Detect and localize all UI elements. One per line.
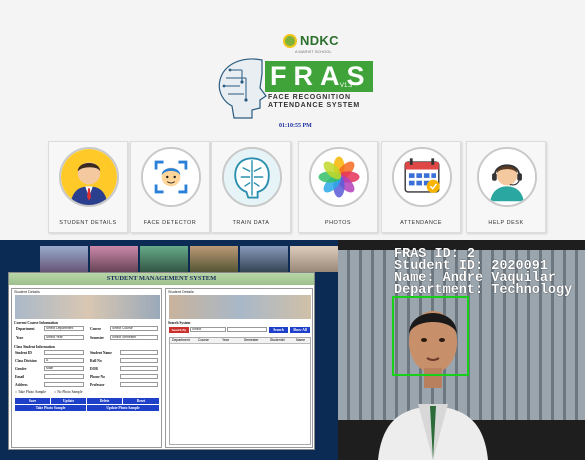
school-name: NDKC <box>300 33 339 48</box>
email-label: Email <box>15 375 25 379</box>
class-info-heading: Class Student Information <box>14 345 55 349</box>
face-detector-button[interactable]: FACE DETECTOR <box>130 141 210 233</box>
app-root: NDKC A MARIST SCHOOL FRAS V1.3 FACE RECO… <box>0 0 585 460</box>
student-name-label: Student Name <box>90 351 112 355</box>
department-label: Department <box>16 327 35 331</box>
attendance-label: ATTENDANCE <box>400 220 442 226</box>
department-text: Department: Technology <box>394 283 573 298</box>
app-subtitle: FACE RECOGNITION ATTENDANCE SYSTEM <box>268 94 360 110</box>
photos-button[interactable]: PHOTOS <box>298 141 378 233</box>
dob-label: DOB <box>90 367 98 371</box>
class-division-label: Class Division <box>15 359 37 363</box>
no-photo-radio[interactable]: ○ No Photo Sample <box>54 390 82 394</box>
department-select[interactable]: Select Department <box>44 326 84 331</box>
camera-feed-window: FRAS ID: 2 Student ID: 2020091 Name: And… <box>338 240 585 460</box>
student-icon <box>59 147 119 207</box>
brain-circuit-icon <box>222 147 282 207</box>
column-year[interactable]: Year <box>222 338 229 342</box>
update-photo-sample-button[interactable]: Update Photo Sample <box>87 405 159 411</box>
banner-photo-strip <box>0 246 338 272</box>
search-by-label: Search By <box>169 327 189 333</box>
column-department[interactable]: Department <box>172 338 190 342</box>
gender-label: Gender <box>15 367 27 371</box>
fras-main-window: NDKC A MARIST SCHOOL FRAS V1.3 FACE RECO… <box>0 0 585 240</box>
student-table[interactable]: Department Course Year Semester StudentI… <box>169 337 311 445</box>
face-scan-icon <box>141 147 201 207</box>
search-pane: Student Details Search System Search By … <box>165 288 313 448</box>
app-subtitle-line2: ATTENDANCE SYSTEM <box>268 102 361 109</box>
school-logo: NDKC <box>283 33 339 48</box>
left-pane-banner <box>15 295 160 319</box>
delete-button[interactable]: Delete <box>87 398 122 404</box>
student-details-label: STUDENT DETAILS <box>59 220 117 226</box>
student-id-input[interactable] <box>44 350 84 355</box>
table-header: Department Course Year Semester StudentI… <box>170 338 310 344</box>
address-input[interactable] <box>44 382 84 387</box>
support-agent-icon <box>477 147 537 207</box>
search-input[interactable] <box>227 327 267 332</box>
calendar-icon <box>392 147 452 207</box>
app-version: V1.3 <box>340 83 353 89</box>
take-photo-radio[interactable]: ○ Take Photo Sample <box>15 390 46 394</box>
take-photo-sample-button[interactable]: Take Photo Sample <box>15 405 86 411</box>
school-tagline: A MARIST SCHOOL <box>295 49 332 54</box>
help-desk-label: HELP DESK <box>488 220 524 226</box>
column-name[interactable]: Name <box>296 338 305 342</box>
search-by-select[interactable]: Select <box>190 327 226 332</box>
sms-title: STUDENT MANAGEMENT SYSTEM <box>9 273 314 285</box>
semester-select[interactable]: Select Semester <box>110 335 158 340</box>
class-division-select[interactable]: A <box>44 358 84 363</box>
update-button[interactable]: Update <box>51 398 86 404</box>
brain-circuit-logo-icon <box>218 58 267 119</box>
column-student-id[interactable]: StudentId <box>270 338 285 342</box>
phone-label: Phone No <box>90 375 105 379</box>
app-subtitle-line1: FACE RECOGNITION <box>268 94 351 101</box>
student-name-input[interactable] <box>120 350 158 355</box>
semester-label: Semester <box>90 336 104 340</box>
reset-button[interactable]: Reset <box>123 398 159 404</box>
year-label: Year <box>16 336 24 340</box>
column-course[interactable]: Course <box>198 338 209 342</box>
right-pane-title: Student Details <box>168 290 194 294</box>
email-input[interactable] <box>44 374 84 379</box>
student-details-pane: Student Details Current Course Informati… <box>11 288 162 448</box>
year-select[interactable]: Select Year <box>44 335 84 340</box>
professor-input[interactable] <box>120 382 158 387</box>
face-detection-box <box>392 296 469 376</box>
address-label: Address <box>15 383 28 387</box>
attendance-button[interactable]: ATTENDANCE <box>381 141 461 233</box>
roll-label: Roll No <box>90 359 102 363</box>
gender-select[interactable]: Male <box>44 366 84 371</box>
clock: 01:10:55 PM <box>279 123 312 129</box>
take-photo-radio-label: Take Photo Sample <box>18 390 46 394</box>
search-system-heading: Search System <box>168 321 191 325</box>
save-button[interactable]: Save <box>15 398 50 404</box>
face-detector-label: FACE DETECTOR <box>143 220 197 226</box>
professor-label: Professor <box>90 383 105 387</box>
no-photo-radio-label: No Photo Sample <box>57 390 83 394</box>
dob-input[interactable] <box>120 366 158 371</box>
train-data-button[interactable]: TRAIN DATA <box>211 141 291 233</box>
photos-label: PHOTOS <box>324 220 352 226</box>
show-all-button[interactable]: Show All <box>290 327 310 333</box>
sms-form-window: STUDENT MANAGEMENT SYSTEM Student Detail… <box>8 272 315 450</box>
phone-input[interactable] <box>120 374 158 379</box>
photos-icon <box>309 147 369 207</box>
course-label: Course <box>90 327 101 331</box>
window-strip <box>0 240 338 245</box>
course-select[interactable]: Select Course <box>110 326 158 331</box>
column-semester[interactable]: Semester <box>244 338 259 342</box>
roll-input[interactable] <box>120 358 158 363</box>
student-management-window: cybercrime encryption access denied prot… <box>0 240 338 460</box>
app-title: FRAS <box>270 61 372 91</box>
left-pane-title: Student Details <box>14 290 40 294</box>
student-id-label: Student ID <box>15 351 32 355</box>
help-desk-button[interactable]: HELP DESK <box>466 141 546 233</box>
search-button[interactable]: Search <box>269 327 288 333</box>
student-details-button[interactable]: STUDENT DETAILS <box>48 141 128 233</box>
school-seal-icon <box>283 33 297 48</box>
current-course-heading: Current Course Information <box>14 321 59 325</box>
right-pane-banner <box>169 295 311 319</box>
train-data-label: TRAIN DATA <box>232 220 270 226</box>
